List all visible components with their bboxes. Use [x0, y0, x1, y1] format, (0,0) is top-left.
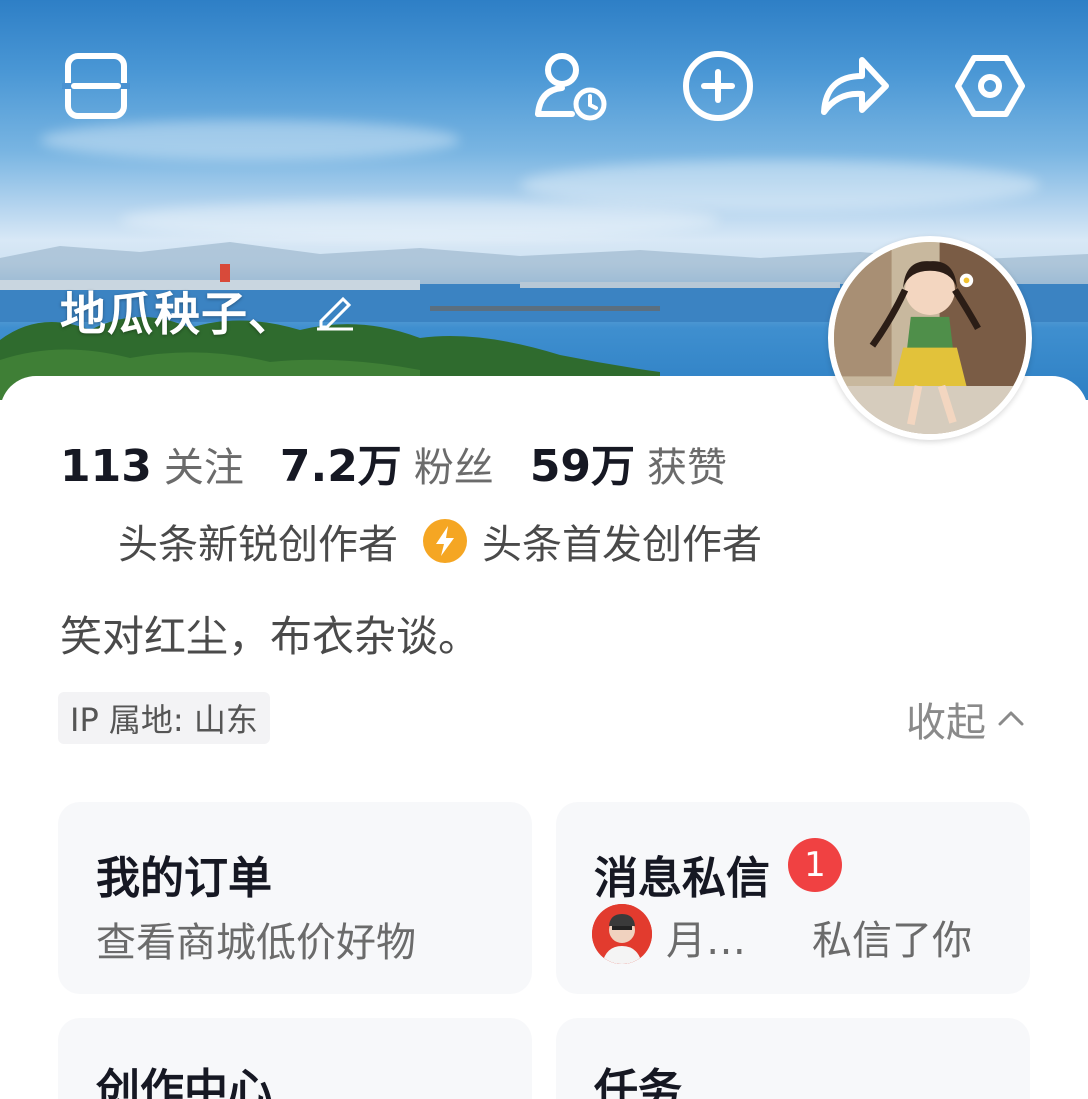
creator-badge-label: 头条新锐创作者	[118, 522, 398, 568]
message-preview: 私信了你	[812, 918, 972, 964]
stats-row: 113 关注 7.2万 粉丝 59万 获赞	[60, 430, 763, 494]
settings-icon[interactable]	[952, 48, 1028, 124]
likes-count: 59万	[529, 441, 636, 492]
avatar[interactable]	[828, 236, 1032, 440]
cloud	[520, 160, 1040, 210]
tile-subtitle: 查看商城低价好物	[96, 920, 416, 966]
chevron-up-icon	[998, 711, 1024, 726]
followers-label: 粉丝	[413, 445, 494, 491]
tile-title: 任务	[594, 1065, 682, 1099]
profile-bio: 笑对红尘，布衣杂谈。	[60, 612, 481, 661]
unread-count-badge: 1	[788, 838, 842, 892]
lightning-badge-icon	[422, 518, 468, 564]
share-icon[interactable]	[816, 48, 892, 124]
creator-badge-icon	[60, 518, 106, 564]
followers-count: 7.2万	[279, 441, 402, 492]
tile-title: 创作中心	[96, 1065, 272, 1099]
add-icon[interactable]	[680, 48, 756, 124]
message-sender: 月…	[666, 918, 746, 964]
sender-avatar	[592, 904, 652, 964]
creation-center-tile[interactable]: 创作中心	[58, 1018, 532, 1099]
following-count: 113	[60, 441, 152, 492]
my-orders-tile[interactable]: 我的订单 查看商城低价好物	[58, 802, 532, 994]
edit-icon[interactable]	[313, 287, 357, 335]
followers-stat[interactable]: 7.2万 粉丝	[280, 430, 494, 494]
username-row[interactable]: 地瓜秧子、	[60, 278, 357, 344]
tile-title: 我的订单	[96, 853, 272, 904]
following-label: 关注	[163, 445, 244, 491]
following-stat[interactable]: 113 关注	[60, 435, 244, 493]
collapse-label: 收起	[906, 700, 986, 746]
first-release-badge-label: 头条首发创作者	[482, 522, 762, 568]
tile-title: 消息私信	[594, 853, 770, 904]
menu-icon[interactable]	[58, 48, 134, 124]
username: 地瓜秧子、	[60, 287, 295, 341]
cloud	[40, 120, 460, 160]
collapse-button[interactable]: 收起	[906, 690, 1028, 748]
creator-badges[interactable]: 头条新锐创作者 头条首发创作者	[60, 512, 762, 570]
cloud	[120, 200, 720, 240]
visitor-history-icon[interactable]	[532, 48, 608, 124]
messages-tile[interactable]: 消息私信 1 月… 私信了你	[556, 802, 1030, 994]
likes-label: 获赞	[647, 445, 728, 491]
tasks-tile[interactable]: 任务	[556, 1018, 1030, 1099]
ip-location-tag: IP 属地: 山东	[58, 692, 270, 744]
likes-stat[interactable]: 59万 获赞	[530, 430, 727, 494]
